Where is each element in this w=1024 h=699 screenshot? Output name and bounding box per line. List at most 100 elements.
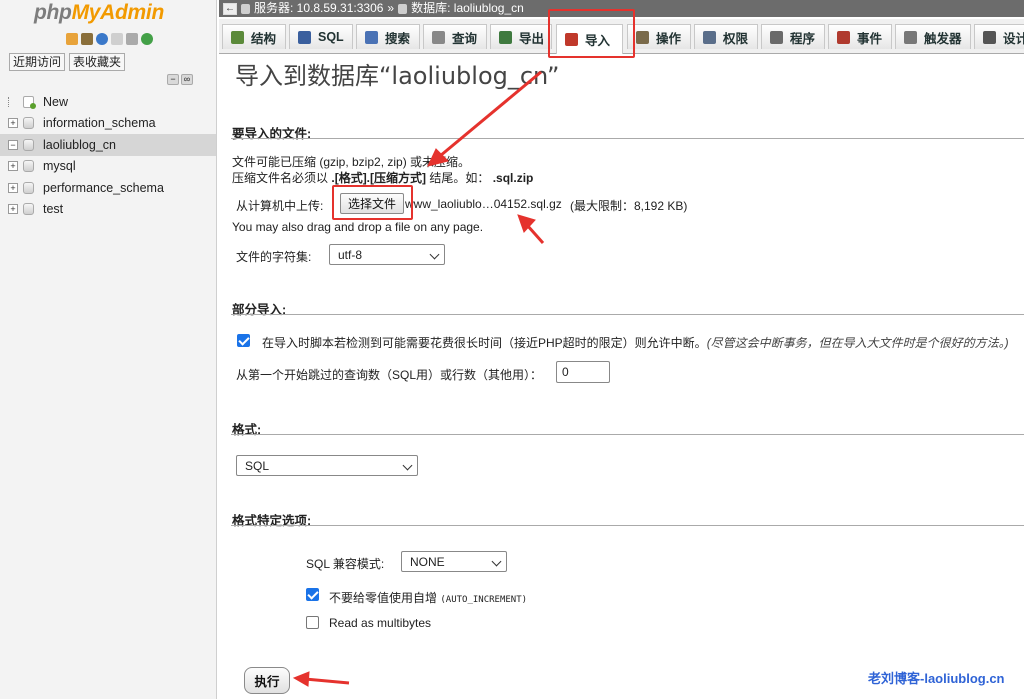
tab-label: 导入 (585, 34, 611, 48)
format-section-heading: 格式: (232, 423, 262, 437)
tree-line (8, 96, 18, 107)
charset-select[interactable]: utf-8 (329, 244, 445, 265)
no-auto-value-code: (AUTO_INCREMENT) (440, 595, 528, 605)
chevron-down-icon (491, 556, 502, 567)
breadcrumb: ← 服务器: 10.8.59.31:3306 » 数据库: laoliublog… (219, 0, 1024, 17)
quick-links (66, 33, 153, 45)
tab-query[interactable]: 查询 (423, 24, 487, 49)
navigation-panel: phpMyAdmin 近期访问 表收藏夹 − ∞ New + informati… (0, 0, 217, 699)
read-multibytes-label: Read as multibytes (329, 616, 432, 630)
chevron-down-icon (402, 460, 413, 471)
tree-item-label: laoliublog_cn (43, 137, 116, 152)
tab-label: 结构 (251, 31, 277, 46)
tab-export[interactable]: 导出 (490, 24, 552, 49)
collapse-all-icon[interactable]: − (167, 74, 179, 85)
options-section-heading: 格式特定选项: (232, 514, 312, 528)
tab-label: 程序 (790, 31, 816, 46)
logo-php: php (34, 1, 72, 24)
tree-item-laoliublog-cn[interactable]: − laoliublog_cn (0, 134, 216, 156)
breadcrumb-server[interactable]: 服务器: 10.8.59.31:3306 (254, 0, 383, 17)
tab-label: 触发器 (924, 31, 962, 46)
database-icon (23, 203, 34, 216)
tree-item-new[interactable]: New (0, 91, 216, 113)
logout-icon[interactable] (81, 33, 93, 45)
read-multibytes-checkbox[interactable] (306, 616, 319, 629)
favorites-tab[interactable]: 表收藏夹 (69, 53, 126, 71)
tree-item-mysql[interactable]: + mysql (0, 156, 216, 178)
tab-events[interactable]: 事件 (828, 24, 892, 49)
expand-icon[interactable]: + (8, 161, 18, 172)
charset-label: 文件的字符集: (236, 250, 312, 264)
tab-label: 查询 (452, 31, 478, 46)
tree-item-label: mysql (43, 159, 76, 174)
allow-interrupt-text: 在导入时脚本若检测到可能需要花费很长时间（接近PHP超时的限定）则允许中断。 (262, 336, 707, 350)
tab-label: 权限 (723, 31, 749, 46)
import-page: 导入到数据库“laoliublog_cn” 要导入的文件: 文件可能已压缩 (g… (219, 54, 1024, 699)
tree-item-information-schema[interactable]: + information_schema (0, 113, 216, 135)
no-auto-value-checkbox[interactable] (306, 588, 319, 601)
tab-search[interactable]: 搜索 (356, 24, 420, 49)
tree-item-label: performance_schema (43, 180, 164, 195)
allow-interrupt-note: (尽管这会中断事务，但在导入大文件时是个很好的方法。) (706, 336, 1009, 350)
tab-privileges[interactable]: 权限 (694, 24, 758, 49)
expand-icon[interactable]: + (8, 118, 18, 129)
new-database-icon (23, 95, 36, 109)
collapse-icon[interactable]: − (8, 139, 18, 150)
partial-section-heading: 部分导入: (232, 303, 287, 317)
expand-icon[interactable]: + (8, 204, 18, 215)
nav-tabs: 近期访问 表收藏夹 (9, 53, 126, 71)
allow-interrupt-checkbox[interactable] (237, 334, 250, 347)
export-icon (499, 30, 512, 44)
tree-item-label: information_schema (43, 116, 156, 131)
tab-label: 操作 (656, 31, 682, 46)
import-icon (565, 33, 578, 46)
name-format: .[格式].[压缩方式] (331, 171, 427, 185)
tab-operations[interactable]: 操作 (627, 24, 691, 49)
settings-icon[interactable] (126, 33, 138, 45)
phpmyadmin-logo[interactable]: phpMyAdmin (34, 1, 164, 25)
tab-triggers[interactable]: 触发器 (895, 24, 971, 49)
chevron-down-icon (429, 249, 440, 260)
tree-item-test[interactable]: + test (0, 199, 216, 221)
tab-designer[interactable]: 设计 (974, 24, 1024, 49)
tree-item-performance-schema[interactable]: + performance_schema (0, 177, 216, 199)
privileges-icon (703, 30, 716, 44)
tab-label: 事件 (857, 31, 883, 46)
help-icon[interactable] (96, 33, 108, 45)
breadcrumb-database[interactable]: 数据库: laoliublog_cn (411, 0, 524, 17)
collapse-controls: − ∞ (167, 74, 193, 85)
server-icon (241, 3, 250, 14)
clock-icon (837, 30, 850, 44)
database-icon (23, 160, 34, 173)
section-divider (231, 434, 1024, 435)
charset-value: utf-8 (338, 247, 363, 262)
choose-file-button[interactable]: 选择文件 (340, 193, 404, 214)
compress-name-info: 压缩文件名必须以 .[格式].[压缩方式] 结尾。如： .sql.zip (232, 169, 533, 186)
tab-import[interactable]: 导入 (556, 24, 623, 54)
top-menu: 结构 SQL 搜索 查询 导出 导入 操作 权限 程序 事件 触发器 设计 (219, 19, 1024, 54)
tab-structure[interactable]: 结构 (222, 24, 286, 49)
page-title: 导入到数据库“laoliublog_cn” (235, 62, 560, 90)
wrench-icon (636, 30, 649, 44)
skip-queries-input[interactable]: 0 (556, 361, 610, 383)
expand-icon[interactable]: + (8, 182, 18, 193)
format-value: SQL (245, 458, 270, 473)
docs-icon[interactable] (111, 33, 123, 45)
section-divider (231, 314, 1024, 315)
recent-tab[interactable]: 近期访问 (9, 53, 66, 71)
format-select[interactable]: SQL (236, 455, 418, 476)
tree-item-label: New (43, 94, 69, 109)
home-icon[interactable] (66, 33, 78, 45)
link-icon[interactable]: ∞ (181, 74, 193, 85)
routines-icon (770, 30, 783, 44)
reload-icon[interactable] (141, 33, 153, 45)
drag-drop-hint: You may also drag and drop a file on any… (232, 220, 484, 234)
sql-compat-select[interactable]: NONE (401, 551, 507, 572)
allow-interrupt-label: 在导入时脚本若检测到可能需要花费很长时间（接近PHP超时的限定）则允许中断。(尽… (262, 334, 1009, 351)
triggers-icon (904, 30, 917, 44)
go-button[interactable]: 执行 (244, 667, 290, 694)
tab-routines[interactable]: 程序 (761, 24, 825, 49)
collapse-arrow-icon[interactable]: ← (223, 2, 237, 15)
tab-sql[interactable]: SQL (289, 24, 353, 49)
name-example: .sql.zip (492, 171, 534, 185)
